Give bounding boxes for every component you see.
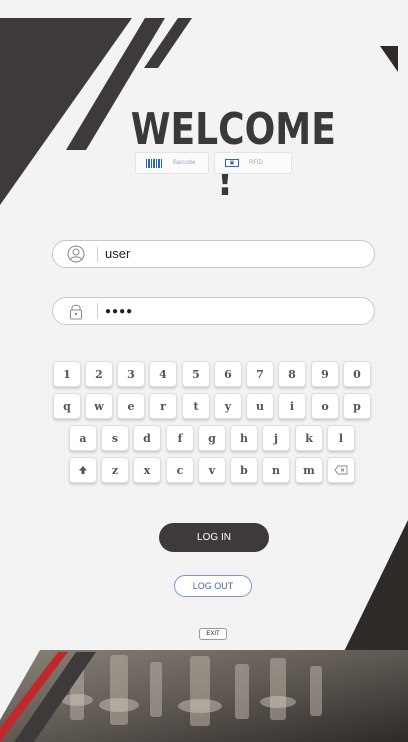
key-l[interactable]: l (327, 425, 355, 451)
key-e[interactable]: e (117, 393, 145, 419)
key-p[interactable]: p (343, 393, 371, 419)
key-o[interactable]: o (311, 393, 339, 419)
key-9[interactable]: 9 (311, 361, 339, 387)
password-separator (97, 303, 98, 319)
key-z[interactable]: z (101, 457, 129, 483)
rfid-label: RFID (249, 160, 263, 166)
top-right-triangle (380, 46, 398, 72)
key-a[interactable]: a (69, 425, 97, 451)
exit-button[interactable]: EXIT (199, 628, 227, 640)
key-b[interactable]: b (230, 457, 258, 483)
key-6[interactable]: 6 (214, 361, 242, 387)
key-w[interactable]: w (85, 393, 113, 419)
username-separator (97, 246, 98, 262)
key-m[interactable]: m (295, 457, 323, 483)
key-n[interactable]: n (262, 457, 290, 483)
key-g[interactable]: g (198, 425, 226, 451)
login-screen: WELCOME ! Barcode ▣ RFID user ●●●● 1 2 3… (0, 0, 408, 742)
key-t[interactable]: t (182, 393, 210, 419)
key-8[interactable]: 8 (278, 361, 306, 387)
username-field[interactable]: user (52, 240, 375, 268)
key-5[interactable]: 5 (182, 361, 210, 387)
key-x[interactable]: x (133, 457, 161, 483)
lock-icon (70, 304, 82, 320)
key-j[interactable]: j (262, 425, 290, 451)
key-4[interactable]: 4 (149, 361, 177, 387)
barcode-icon (146, 158, 163, 168)
password-value: ●●●● (105, 306, 134, 317)
key-1[interactable]: 1 (53, 361, 81, 387)
logout-button[interactable]: LOG OUT (174, 575, 252, 597)
key-f[interactable]: f (166, 425, 194, 451)
username-value: user (105, 246, 131, 261)
key-k[interactable]: k (295, 425, 323, 451)
key-c[interactable]: c (166, 457, 194, 483)
key-v[interactable]: v (198, 457, 226, 483)
shift-up-arrow-icon (79, 466, 87, 474)
key-3[interactable]: 3 (117, 361, 145, 387)
key-2[interactable]: 2 (85, 361, 113, 387)
login-button[interactable]: LOG IN (159, 523, 269, 552)
barcode-mode-button[interactable]: Barcode (135, 152, 209, 174)
key-i[interactable]: i (278, 393, 306, 419)
backspace-key[interactable] (327, 457, 355, 483)
key-r[interactable]: r (149, 393, 177, 419)
key-0[interactable]: 0 (343, 361, 371, 387)
password-field[interactable]: ●●●● (52, 297, 375, 325)
key-u[interactable]: u (246, 393, 274, 419)
key-q[interactable]: q (53, 393, 81, 419)
key-7[interactable]: 7 (246, 361, 274, 387)
key-y[interactable]: y (214, 393, 242, 419)
shift-key[interactable] (69, 457, 97, 483)
barcode-label: Barcode (173, 160, 196, 166)
rfid-mode-button[interactable]: ▣ RFID (214, 152, 292, 174)
rfid-card-icon: ▣ (225, 159, 239, 167)
backspace-icon (334, 465, 348, 475)
key-s[interactable]: s (101, 425, 129, 451)
top-left-dark-shape (0, 18, 132, 205)
user-icon (67, 245, 85, 263)
key-h[interactable]: h (230, 425, 258, 451)
key-d[interactable]: d (133, 425, 161, 451)
